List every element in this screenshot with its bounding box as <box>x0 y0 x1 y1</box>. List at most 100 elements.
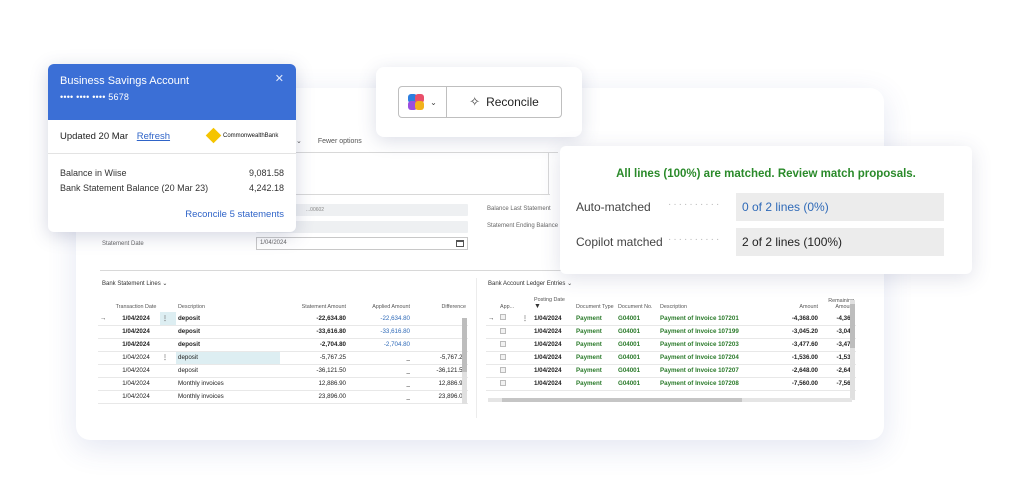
column-header[interactable]: Description <box>176 290 280 312</box>
column-header[interactable]: Document No. <box>616 290 658 312</box>
difference-cell: -5,767.25 <box>412 351 468 365</box>
column-header[interactable]: Document Type <box>574 290 616 312</box>
updated-text: Updated 20 Mar <box>60 131 129 142</box>
row-arrow-icon[interactable] <box>486 325 498 339</box>
scrollbar-thumb[interactable] <box>850 304 855 348</box>
row-arrow-icon[interactable] <box>486 338 498 352</box>
row-actions-icon[interactable] <box>520 325 532 339</box>
row-arrow-icon[interactable] <box>486 351 498 365</box>
row-actions-icon[interactable] <box>520 338 532 352</box>
row-arrow-icon[interactable] <box>486 364 498 378</box>
column-header[interactable]: Posting Date ▼ <box>532 290 574 312</box>
row-actions-icon[interactable]: ⋮ <box>160 351 176 365</box>
row-actions-icon[interactable]: ⋮ <box>520 312 532 326</box>
row-actions-icon[interactable] <box>160 377 176 391</box>
bank-statement-balance-label: Bank Statement Balance (20 Mar 23) <box>60 183 209 193</box>
table-row[interactable]: 1/04/2024 Payment G04001 Payment of Invoice… <box>486 325 856 339</box>
column-header[interactable]: Amount <box>768 290 820 312</box>
row-actions-icon[interactable] <box>160 364 176 378</box>
copilot-matched-label: Copilot matched <box>576 235 663 249</box>
horizontal-scrollbar[interactable] <box>488 398 852 402</box>
row-arrow-icon[interactable]: → <box>486 312 498 326</box>
row-arrow-icon[interactable] <box>98 338 112 352</box>
row-arrow-icon[interactable] <box>98 325 112 339</box>
difference-cell: 23,896.00 <box>412 390 468 404</box>
row-actions-icon[interactable] <box>160 390 176 404</box>
reconcile-toolbar: ⌄ ✧ Reconcile <box>376 67 582 137</box>
bank-logo: CommonwealthBank <box>205 127 278 144</box>
row-actions-icon[interactable] <box>520 351 532 365</box>
auto-matched-label: Auto-matched <box>576 200 651 214</box>
checkbox[interactable] <box>500 353 506 360</box>
row-actions-icon[interactable] <box>520 364 532 378</box>
statement-amount-cell: -5,767.25 <box>280 351 348 365</box>
close-icon[interactable]: ✕ <box>275 72 284 85</box>
column-header[interactable]: Statement Amount <box>280 290 348 312</box>
calendar-icon[interactable] <box>456 240 464 247</box>
bank-statement-lines-title[interactable]: Bank Statement Lines ⌄ <box>102 280 167 287</box>
chevron-down-icon[interactable]: ⌄ <box>296 138 302 145</box>
row-arrow-icon[interactable] <box>98 390 112 404</box>
checkbox[interactable] <box>500 340 506 347</box>
row-actions-icon[interactable]: ⋮ <box>160 312 176 326</box>
auto-matched-value[interactable]: 0 of 2 lines (0%) <box>736 193 944 221</box>
row-arrow-icon[interactable] <box>98 364 112 378</box>
applied-checkbox[interactable] <box>498 364 520 378</box>
row-arrow-icon[interactable] <box>98 351 112 365</box>
vertical-scrollbar[interactable] <box>850 300 855 400</box>
table-row[interactable]: → 1/04/2024 ⋮ deposit -22,634.80 -22,634.80 <box>98 312 468 326</box>
table-row[interactable]: 1/04/2024 Payment G04001 Payment of Invoice… <box>486 338 856 352</box>
table-row[interactable]: 1/04/2024 Payment G04001 Payment of Invoice… <box>486 377 856 391</box>
bank-statement-balance-value: 4,242.18 <box>248 183 284 193</box>
checkbox[interactable] <box>500 314 506 321</box>
scrollbar-thumb[interactable] <box>462 318 467 372</box>
checkbox[interactable] <box>500 379 506 386</box>
row-arrow-icon[interactable]: → <box>98 312 112 326</box>
fewer-options-link[interactable]: Fewer options <box>318 138 362 145</box>
table-row[interactable]: 1/04/2024 Payment G04001 Payment of Invoice… <box>486 351 856 365</box>
applied-checkbox[interactable] <box>498 377 520 391</box>
row-actions-icon[interactable] <box>160 325 176 339</box>
transaction-date-cell: 1/04/2024 <box>112 338 160 352</box>
column-header[interactable]: App... <box>498 290 520 312</box>
applied-checkbox[interactable] <box>498 338 520 352</box>
match-summary-panel: All lines (100%) are matched. Review mat… <box>560 146 972 274</box>
statement-date-input[interactable]: 1/04/2024 <box>256 237 468 250</box>
vertical-scrollbar[interactable] <box>462 318 467 404</box>
checkbox[interactable] <box>500 327 506 334</box>
table-row[interactable]: 1/04/2024 deposit -2,704.80 -2,704.80 <box>98 338 468 352</box>
row-arrow-icon[interactable] <box>486 377 498 391</box>
refresh-link[interactable]: Refresh <box>137 131 170 142</box>
table-row[interactable]: 1/04/2024 Monthly invoices 12,886.90 _ 12,88… <box>98 377 468 391</box>
row-actions-icon[interactable] <box>520 377 532 391</box>
table-row[interactable]: → ⋮ 1/04/2024 Payment G04001 Payment of Invoi… <box>486 312 856 326</box>
difference-cell <box>412 325 468 339</box>
reconcile-statements-link[interactable]: Reconcile 5 statements <box>185 209 284 220</box>
column-header[interactable]: Transaction Date <box>112 290 160 312</box>
table-row[interactable]: 1/04/2024 deposit -33,616.80 -33,616.80 <box>98 325 468 339</box>
description-cell: Monthly invoices <box>176 377 280 391</box>
scrollbar-thumb[interactable] <box>502 398 742 402</box>
table-row[interactable]: 1/04/2024 deposit -36,121.50 _ -36,121.50 <box>98 364 468 378</box>
row-arrow-icon[interactable] <box>98 377 112 391</box>
column-header[interactable]: Difference <box>412 290 468 312</box>
applied-checkbox[interactable] <box>498 312 520 326</box>
applied-checkbox[interactable] <box>498 351 520 365</box>
card-header: Business Savings Account •••• •••• •••• … <box>48 64 296 120</box>
reconcile-button[interactable]: ✧ Reconcile <box>447 94 561 110</box>
applied-checkbox[interactable] <box>498 325 520 339</box>
difference-cell: 12,886.90 <box>412 377 468 391</box>
table-row[interactable]: 1/04/2024 ⋮ deposit -5,767.25 _ -5,767.25 <box>98 351 468 365</box>
column-header[interactable]: Description <box>658 290 768 312</box>
ledger-entries-title[interactable]: Bank Account Ledger Entries ⌄ <box>488 280 572 287</box>
row-actions-icon[interactable] <box>160 338 176 352</box>
balance-wiise-value: 9,081.58 <box>248 168 284 178</box>
filter-icon[interactable]: ▼ <box>534 303 541 310</box>
copilot-menu-button[interactable]: ⌄ <box>399 87 447 117</box>
table-row[interactable]: 1/04/2024 Monthly invoices 23,896.00 _ 23,89… <box>98 390 468 404</box>
table-row[interactable]: 1/04/2024 Payment G04001 Payment of Invoice… <box>486 364 856 378</box>
checkbox[interactable] <box>500 366 506 373</box>
column-header[interactable]: Applied Amount <box>348 290 412 312</box>
description-cell: Payment of Invoice 107208 <box>658 377 768 391</box>
copilot-icon <box>408 93 425 111</box>
